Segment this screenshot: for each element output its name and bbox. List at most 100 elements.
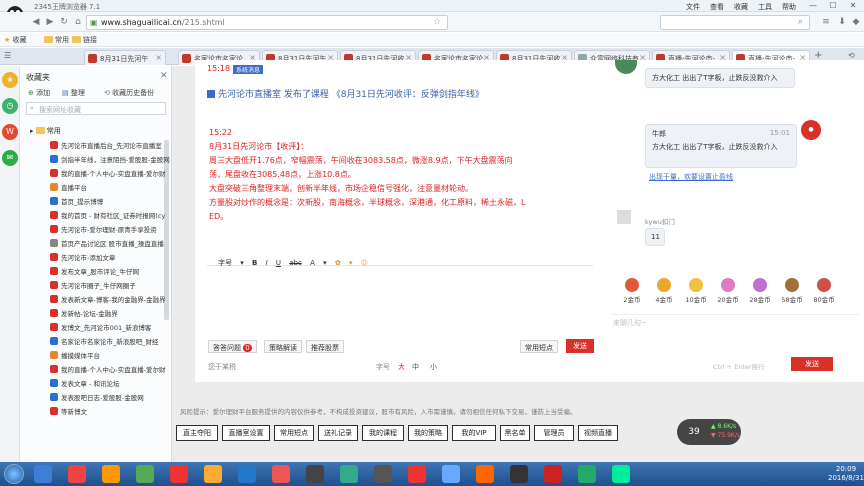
favorite-item[interactable]: 我的直播-个人中心-实盘直播-爱尔财	[50, 168, 186, 180]
favorite-item[interactable]: 先河论市-爱尔理财-原青手享投资	[50, 224, 186, 236]
chat-input[interactable]: 来聊几句~	[613, 318, 647, 328]
search-input[interactable]: ⌕	[660, 15, 810, 30]
nav-button[interactable]: 黑名单	[500, 425, 530, 441]
taskbar-app-icon[interactable]	[272, 465, 290, 483]
font-size-small[interactable]: 小	[430, 362, 437, 372]
organize-button[interactable]: ▤ 整理	[62, 88, 85, 98]
nav-button[interactable]: 直播室设置	[222, 425, 270, 441]
italic-button[interactable]: I	[266, 259, 268, 267]
nav-button[interactable]: 视频直播	[578, 425, 618, 441]
favorite-item[interactable]: 播摸媒体平台	[50, 350, 186, 362]
taskbar-app-icon[interactable]	[34, 465, 52, 483]
taskbar-app-icon[interactable]	[374, 465, 392, 483]
favorite-item[interactable]: 发新帖-论坛-金融界	[50, 308, 186, 320]
sticky-course-notice[interactable]: 先河论市直播室 发布了课程 《8月31日先河收评：反弹剑指年线》	[207, 87, 484, 100]
recommend-stock-button[interactable]: 推荐股票	[306, 340, 344, 353]
network-speed-widget[interactable]: 39 ▲ 8.6K/s ▼ 75.9K/s	[677, 419, 741, 445]
chat-link[interactable]: 出现干量，欢要设置止盈线	[649, 172, 733, 182]
answer-question-button[interactable]: 答答问题 0	[208, 340, 257, 353]
favorite-item[interactable]: 先河论市圈子_牛仔网圈子	[50, 280, 186, 292]
nav-button[interactable]: 管理员	[534, 425, 574, 441]
emoji-icon[interactable]: ☺	[361, 259, 368, 267]
tab-list-icon[interactable]: ☰	[4, 51, 11, 60]
gift-item[interactable]: 80金币	[811, 278, 837, 312]
bookmark-links[interactable]: 链接	[72, 35, 97, 45]
favorite-item[interactable]: 等新博文	[50, 406, 186, 418]
folder-common[interactable]: ▸ 常用	[30, 126, 61, 136]
nav-button[interactable]: 直主夺阳	[176, 425, 218, 441]
font-color-button[interactable]: A ▾	[310, 259, 327, 267]
taskbar-app-icon[interactable]	[544, 465, 562, 483]
favorite-item[interactable]: 发布文章_股市评论_牛仔网	[50, 266, 186, 278]
strike-button[interactable]: abc	[289, 259, 302, 267]
taskbar-clock[interactable]: 20:09 2016/8/31	[828, 465, 864, 483]
chat-send-button[interactable]: 发送	[791, 357, 833, 371]
menu-tools[interactable]: 工具	[758, 2, 772, 12]
favorite-item[interactable]: 发表文章 - 和讯论坛	[50, 378, 186, 390]
gift-item[interactable]: 28金币	[747, 278, 773, 312]
nav-button[interactable]: 常用短点	[274, 425, 314, 441]
strategy-button[interactable]: 策略解读	[264, 340, 302, 353]
wechat-icon[interactable]: ✉	[2, 150, 18, 166]
favorite-item[interactable]: 发表股吧日志-爱股股-金股网	[50, 392, 186, 404]
nav-button[interactable]: 我的课程	[362, 425, 404, 441]
taskbar-app-icon[interactable]	[612, 465, 630, 483]
bold-button[interactable]: B	[252, 259, 257, 267]
taskbar-app-icon[interactable]	[476, 465, 494, 483]
favorite-item[interactable]: 发表新文章-博客-我的金融界-金融界	[50, 294, 186, 306]
taskbar-app-icon[interactable]	[408, 465, 426, 483]
favorite-item[interactable]: 名家论市名家论市_新浪股吧_财经	[50, 336, 186, 348]
taskbar-app-icon[interactable]	[102, 465, 120, 483]
taskbar-app-icon[interactable]	[68, 465, 86, 483]
taskbar-app-icon[interactable]	[238, 465, 256, 483]
taskbar-app-icon[interactable]	[510, 465, 528, 483]
star-icon[interactable]: ☆	[433, 17, 441, 27]
favorites-star-icon[interactable]: ★	[2, 72, 18, 88]
taskbar-app-icon[interactable]	[136, 465, 154, 483]
refresh-icon[interactable]: ↻	[58, 16, 70, 28]
taskbar-app-icon[interactable]	[340, 465, 358, 483]
tab-1[interactable]: 8月31日先河午 ×	[84, 50, 166, 65]
font-size-large[interactable]: 大	[398, 362, 405, 372]
gift-item[interactable]: 20金币	[715, 278, 741, 312]
maximize-button[interactable]: ☐	[826, 1, 840, 11]
taskbar-app-icon[interactable]	[170, 465, 188, 483]
common-words-button[interactable]: 常用短点	[520, 340, 558, 353]
taskbar-app-icon[interactable]	[204, 465, 222, 483]
weibo-icon[interactable]: W	[2, 124, 18, 140]
favorites-search-input[interactable]: 搜索网址收藏 ⌕	[26, 102, 166, 115]
back-icon[interactable]: ◀	[30, 16, 42, 28]
favorite-item[interactable]: 我的直播-个人中心-实盘直播-爱尔财	[50, 364, 186, 376]
favorite-item[interactable]: 发博文_先河论市001_新浪博客	[50, 322, 186, 334]
taskbar-app-icon[interactable]	[306, 465, 324, 483]
favorite-item[interactable]: 先河论市-添加文章	[50, 252, 186, 264]
add-favorite-button[interactable]: ⊕ 添加	[28, 88, 50, 98]
search-icon[interactable]: ⌕	[798, 17, 803, 27]
close-tab-icon[interactable]: ×	[155, 53, 162, 62]
history-clock-icon[interactable]: ◷	[2, 98, 18, 114]
favorite-item[interactable]: 先河论市直播后台_先河论市直播室	[50, 140, 186, 152]
gift-item[interactable]: 58金币	[779, 278, 805, 312]
home-icon[interactable]: ⌂	[72, 16, 84, 28]
taskbar-app-icon[interactable]	[578, 465, 596, 483]
font-select[interactable]: 字号 ▾	[218, 259, 244, 267]
send-post-button[interactable]: 发送	[566, 339, 594, 353]
font-size-medium[interactable]: 中	[412, 362, 419, 372]
taskbar-app-icon[interactable]	[442, 465, 460, 483]
close-panel-icon[interactable]: ✕	[160, 71, 168, 81]
menu-icon[interactable]: ≡	[820, 16, 832, 28]
close-button[interactable]: ✕	[846, 1, 860, 11]
nav-button[interactable]: 我的策略	[408, 425, 448, 441]
gift-item[interactable]: 2金币	[619, 278, 645, 312]
favorite-item[interactable]: 我的首页 - 财有社区_证券时报网(cy	[50, 210, 186, 222]
menu-view[interactable]: 查看	[710, 2, 724, 12]
favorite-item[interactable]: 剑指半年线，注意阻挡-爱股股-金股网	[50, 154, 186, 166]
forward-icon[interactable]: ▶	[44, 16, 56, 28]
menu-favorites[interactable]: 收藏	[734, 2, 748, 12]
nav-button[interactable]: 送礼记录	[318, 425, 358, 441]
nav-button[interactable]: 我的VIP	[452, 425, 496, 441]
download-icon[interactable]: ⬇	[836, 16, 848, 28]
minimize-button[interactable]: —	[806, 1, 820, 11]
gift-item[interactable]: 10金币	[683, 278, 709, 312]
restore-tab-icon[interactable]: ⟲	[848, 51, 855, 60]
